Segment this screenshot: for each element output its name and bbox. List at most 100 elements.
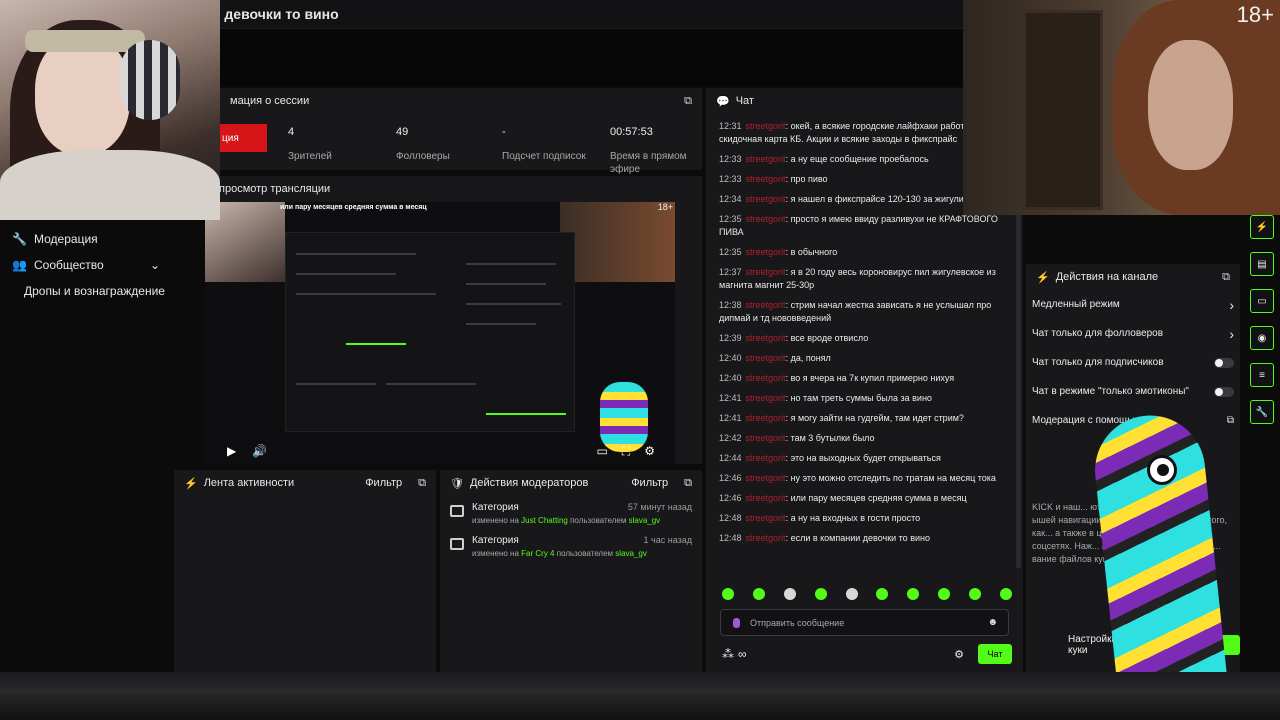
chat-message-username[interactable]: streetgorit: [746, 174, 786, 184]
wrench-icon[interactable]: 🔧: [1250, 400, 1274, 424]
emote-only-toggle[interactable]: [1214, 386, 1234, 397]
chat-message-username[interactable]: streetgorit: [746, 453, 786, 463]
external-link-icon[interactable]: ⧉: [684, 477, 692, 490]
chat-message-username[interactable]: streetgorit: [746, 373, 786, 383]
emote-icon[interactable]: [938, 588, 951, 600]
chat-message-time: 12:39: [719, 333, 742, 343]
emote-icon[interactable]: [907, 588, 920, 600]
chat-message-username[interactable]: streetgorit: [746, 247, 786, 257]
volume-icon[interactable]: 🔊: [252, 444, 267, 458]
chat-message-username[interactable]: streetgorit: [746, 121, 786, 131]
moderator-actions-header: 🛡 Действия модераторов Фильтр ⧉: [440, 470, 702, 496]
log-category: Категория: [472, 535, 519, 546]
chevron-down-icon: ⌄: [149, 258, 160, 272]
slow-mode-row[interactable]: Медленный режим ›: [1026, 290, 1240, 319]
log-body: Категория 57 минут назад изменено на Jus…: [472, 502, 692, 525]
log-detail: изменено на Far Cry 4 пользователем slav…: [472, 549, 692, 558]
chat-message: 12:46 streetgorit: ну это можно отследить…: [719, 472, 1009, 485]
chat-bubble-icon[interactable]: ▭: [1250, 289, 1274, 313]
activity-filter-button[interactable]: Фильтр: [365, 477, 402, 489]
emote-icon[interactable]: [722, 588, 734, 600]
emote-icon[interactable]: [783, 588, 796, 600]
chat-message-username[interactable]: streetgorit: [746, 433, 786, 443]
sidebar-item-community[interactable]: 👥 Сообщество ⌄: [0, 252, 172, 278]
row-label: Чат только для фолловеров: [1032, 328, 1164, 339]
preview-caption: или пару месяцев средняя сумма в месяц: [280, 204, 427, 211]
settings-gear-icon[interactable]: ⚙: [644, 444, 655, 459]
list-icon[interactable]: ≡: [1250, 363, 1274, 387]
stat-label: Фолловеры: [396, 151, 450, 162]
chat-bubble-icon: 💬: [716, 95, 730, 108]
chat-message-username[interactable]: streetgorit: [746, 333, 786, 343]
gear-icon[interactable]: ⚙: [954, 648, 964, 661]
sidebar-item-moderation[interactable]: 🔧 Модерация: [0, 226, 172, 252]
sock-eye: [1147, 455, 1177, 485]
log-value[interactable]: Far Cry 4: [521, 549, 554, 558]
stat-value: -: [502, 126, 506, 138]
fullscreen-icon[interactable]: ⛶: [622, 444, 630, 459]
chat-message-time: 12:31: [719, 121, 742, 131]
chat-message-time: 12:35: [719, 214, 742, 224]
sidebar-item-drops[interactable]: Дропы и вознаграждение: [0, 278, 172, 304]
subscribers-only-toggle[interactable]: [1214, 357, 1234, 368]
chat-message-username[interactable]: streetgorit: [746, 393, 786, 403]
chat-message-input[interactable]: Отправить сообщение ☻: [720, 609, 1009, 636]
session-info-title: мация о сессии: [230, 95, 310, 107]
broadcast-icon[interactable]: ◉: [1250, 326, 1274, 350]
chat-message-time: 12:46: [719, 473, 742, 483]
chat-message-time: 12:35: [719, 247, 742, 257]
preview-line: [386, 383, 476, 385]
wrench-icon: 🔧: [12, 232, 27, 246]
moderator-actions-title: Действия модераторов: [469, 477, 589, 489]
stream-preview-video[interactable]: или пару месяцев средняя сумма в месяц 1…: [205, 202, 675, 464]
chat-message: 12:41 streetgorit: но там треть суммы был…: [719, 392, 1009, 405]
guest-webcam: 18+: [963, 0, 1280, 215]
log-value[interactable]: Just Chatting: [521, 516, 568, 525]
chat-message-username[interactable]: streetgorit: [746, 353, 786, 363]
streamer-webcam: [0, 0, 220, 220]
chat-message: 12:46 streetgorit: или пару месяцев средн…: [719, 492, 1009, 505]
preview-line: [296, 383, 376, 385]
miniplayer-icon[interactable]: ▭: [596, 444, 607, 459]
sidebar-item-label: Сообщество: [34, 258, 104, 272]
emote-icon[interactable]: [814, 588, 827, 600]
chat-message-username[interactable]: streetgorit: [746, 154, 786, 164]
emote-icon[interactable]: [876, 588, 889, 600]
emoji-icon[interactable]: ☻: [987, 617, 998, 628]
chat-message-username[interactable]: streetgorit: [746, 473, 786, 483]
chat-message-username[interactable]: streetgorit: [746, 413, 786, 423]
followers-only-row[interactable]: Чат только для фолловеров ›: [1026, 319, 1240, 348]
chat-message-username[interactable]: streetgorit: [746, 493, 786, 503]
emote-icon[interactable]: [969, 588, 981, 600]
badges-icon[interactable]: ⁂: [722, 647, 734, 661]
chat-message: 12:42 streetgorit: там 3 бутылки было: [719, 432, 1009, 445]
chat-message-username[interactable]: streetgorit: [746, 300, 786, 310]
chat-message-username[interactable]: streetgorit: [746, 194, 786, 204]
chat-message-username[interactable]: streetgorit: [746, 533, 786, 543]
emote-icon[interactable]: [999, 588, 1012, 600]
preview-line: [466, 263, 556, 265]
chat-message-username[interactable]: streetgorit: [746, 214, 786, 224]
document-icon[interactable]: ▤: [1250, 252, 1274, 276]
stat-value: 4: [288, 126, 295, 138]
log-prefix: изменено на: [472, 516, 519, 525]
row-label: Чат в режиме "только эмотиконы": [1032, 386, 1189, 397]
chat-message-username[interactable]: streetgorit: [746, 267, 786, 277]
emote-icon[interactable]: [752, 588, 765, 600]
chat-message-time: 12:34: [719, 194, 742, 204]
send-chat-button[interactable]: Чат: [978, 644, 1012, 664]
play-icon[interactable]: ▶: [227, 444, 236, 458]
external-link-icon[interactable]: ⧉: [418, 477, 426, 490]
chat-message: 12:48 streetgorit: а ну на входных в гост…: [719, 512, 1009, 525]
chat-message-text: : все вроде отвисло: [785, 333, 869, 343]
emote-icon[interactable]: [845, 588, 858, 600]
external-link-icon[interactable]: ⧉: [684, 95, 692, 108]
moderator-filter-button[interactable]: Фильтр: [631, 477, 668, 489]
external-link-icon[interactable]: ⧉: [1222, 271, 1230, 284]
lightning-icon[interactable]: ⚡: [1250, 215, 1274, 239]
chat-message-username[interactable]: streetgorit: [746, 513, 786, 523]
log-user[interactable]: slava_gv: [615, 549, 647, 558]
log-user[interactable]: slava_gv: [629, 516, 661, 525]
chat-message-text: : да, понял: [785, 353, 831, 363]
preview-green-line: [346, 343, 406, 345]
